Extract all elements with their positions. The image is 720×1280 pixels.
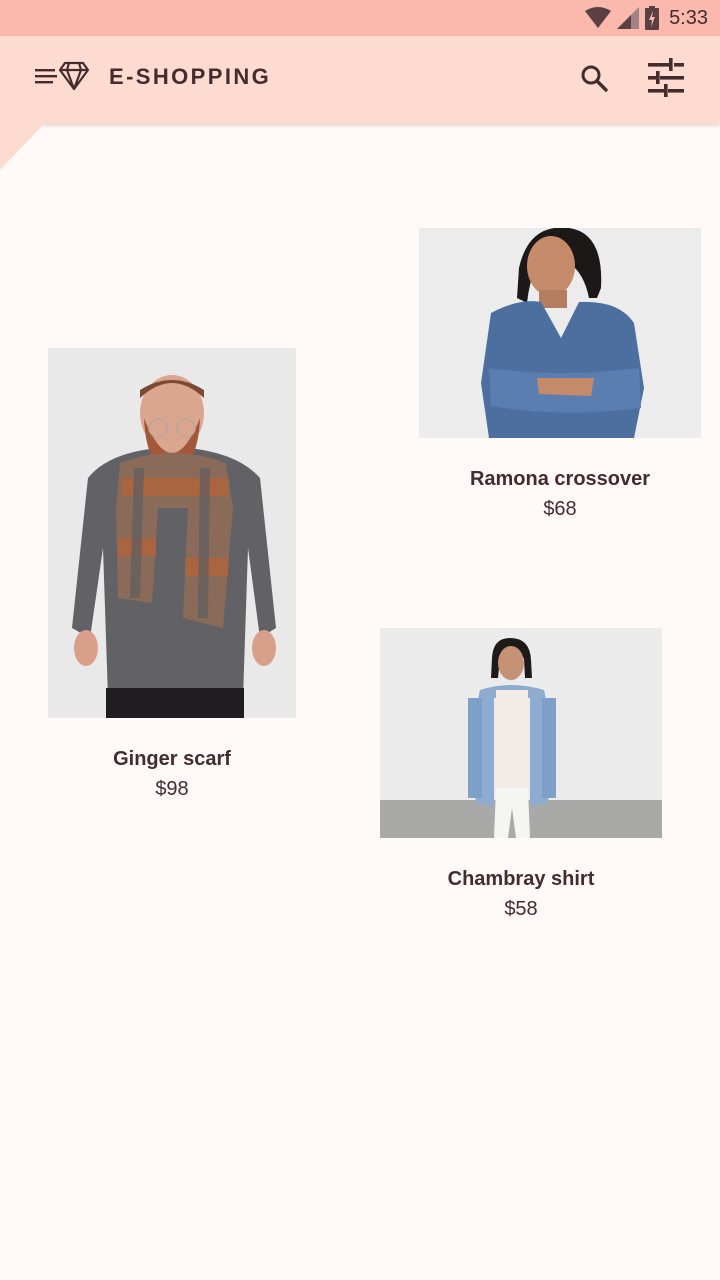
product-card-chambray-shirt[interactable]: Chambray shirt $58 (380, 628, 662, 921)
filter-button[interactable] (644, 56, 688, 100)
product-price: $58 (504, 898, 538, 920)
search-button[interactable] (574, 58, 614, 98)
product-card-ginger-scarf[interactable]: Ginger scarf $98 (48, 348, 296, 801)
product-image (419, 228, 701, 438)
product-price: $98 (155, 778, 189, 800)
product-card-ramona-crossover[interactable]: Ramona crossover $68 (419, 228, 701, 521)
product-name: Ramona crossover (469, 468, 651, 490)
wifi-icon (585, 7, 612, 28)
search-icon (581, 65, 608, 92)
status-time: 5:33 (669, 6, 708, 29)
product-name: Chambray shirt (447, 868, 595, 890)
product-name: Ginger scarf (113, 748, 231, 770)
status-bar: 5:33 (0, 0, 720, 36)
app-bar: E-SHOPPING (0, 36, 720, 124)
product-image (380, 628, 662, 838)
battery-icon (645, 6, 660, 30)
product-price: $68 (543, 498, 577, 520)
product-image (48, 348, 296, 718)
backdrop-notch (0, 124, 44, 170)
tune-icon (648, 58, 684, 97)
menu-icon (35, 69, 57, 84)
menu-button[interactable] (34, 58, 90, 94)
app-title: E-SHOPPING (109, 64, 272, 89)
signal-icon (617, 7, 640, 29)
diamond-logo-icon (59, 61, 89, 91)
status-icons: 5:33 (585, 0, 708, 36)
